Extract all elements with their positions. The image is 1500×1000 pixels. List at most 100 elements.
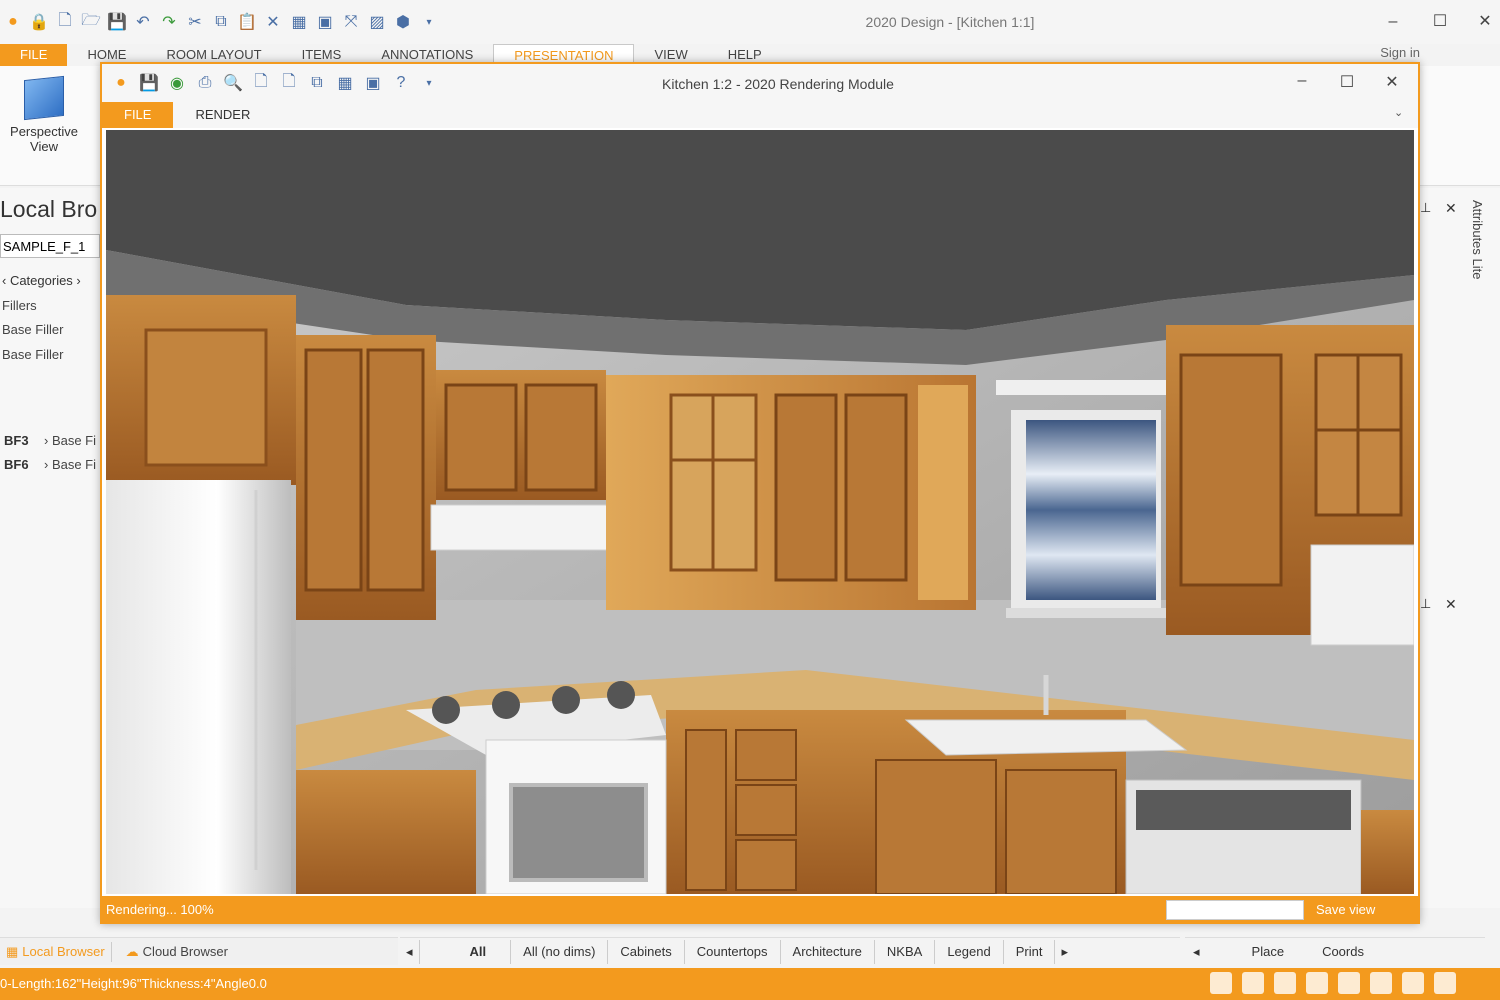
status-icons bbox=[1210, 972, 1456, 994]
paste-icon[interactable]: 📋 bbox=[236, 11, 258, 33]
globe-icon[interactable]: ◉ bbox=[166, 72, 188, 94]
customize-qat-icon[interactable]: ▾ bbox=[418, 72, 440, 94]
tab-cloud-browser[interactable]: ☁ Cloud Browser bbox=[120, 942, 234, 962]
maximize-icon[interactable]: ☐ bbox=[1425, 10, 1455, 34]
copy-icon[interactable]: ⧉ bbox=[306, 72, 328, 94]
local-browser-icon: ▦ bbox=[6, 943, 19, 959]
scroll-right-icon[interactable]: ▸ bbox=[1055, 940, 1074, 964]
cut-icon[interactable]: ✂ bbox=[184, 11, 206, 33]
tab-cabinets[interactable]: Cabinets bbox=[608, 939, 685, 964]
undo-icon[interactable]: ↶ bbox=[132, 11, 154, 33]
render-icon[interactable]: ▨ bbox=[366, 11, 388, 33]
tab-print[interactable]: Print bbox=[1004, 939, 1056, 964]
scroll-left-icon[interactable]: ◂ bbox=[400, 939, 420, 964]
render-toolbar: ● 💾 ◉ ⎙ 🔍 🗋 🗋 ⧉ ▦ ▣ ? ▾ bbox=[110, 72, 440, 94]
help-icon[interactable]: ? bbox=[390, 72, 412, 94]
copy-icon[interactable]: ⧉ bbox=[210, 11, 232, 33]
tab-render[interactable]: RENDER bbox=[173, 102, 272, 128]
tab-legend[interactable]: Legend bbox=[935, 939, 1004, 964]
kitchen-rendering bbox=[106, 130, 1414, 894]
browser-tabs: ▦ Local Browser ☁ Cloud Browser bbox=[0, 937, 398, 965]
categories-breadcrumb[interactable]: ‹ Categories › bbox=[2, 273, 81, 288]
status-text: 0-Length:162"Height:96"Thickness:4"Angle… bbox=[0, 976, 267, 991]
perspective-view-button[interactable]: Perspective View bbox=[4, 75, 84, 154]
item-code[interactable]: BF3 bbox=[4, 433, 29, 448]
collapse-ribbon-icon[interactable]: ⌄ bbox=[1394, 106, 1403, 119]
app-logo-icon: ● bbox=[8, 13, 18, 30]
arrows-icon[interactable] bbox=[1210, 972, 1232, 994]
cube-icon bbox=[24, 75, 64, 121]
cloud-icon: ☁ bbox=[125, 943, 139, 959]
zoom-extents-icon[interactable]: ⤧ bbox=[340, 11, 362, 33]
display-icon[interactable] bbox=[1402, 972, 1424, 994]
sign-in-link[interactable]: Sign in bbox=[1380, 44, 1420, 62]
pin-icon[interactable]: ⊥ bbox=[1420, 596, 1431, 612]
app-logo-icon: ● bbox=[116, 74, 126, 91]
render-window-title: Kitchen 1:2 - 2020 Rendering Module bbox=[662, 76, 894, 92]
attributes-lite-tab[interactable]: Attributes Lite bbox=[1470, 200, 1485, 280]
globe-icon[interactable] bbox=[1338, 972, 1360, 994]
app-title: 2020 Design - [Kitchen 1:1] bbox=[865, 14, 1035, 30]
save-icon[interactable]: 💾 bbox=[106, 11, 128, 33]
save-icon[interactable]: 💾 bbox=[138, 72, 160, 94]
pane-close-icon[interactable]: ✕ bbox=[1445, 596, 1457, 613]
tab-label: Cloud Browser bbox=[142, 944, 228, 959]
rendering-module-window: ● 💾 ◉ ⎙ 🔍 🗋 🗋 ⧉ ▦ ▣ ? ▾ Kitchen 1:2 - 20… bbox=[100, 62, 1420, 924]
tab-countertops[interactable]: Countertops bbox=[685, 939, 781, 964]
tab-place[interactable]: Place bbox=[1208, 940, 1305, 964]
place-tabs: ◂ Place Coords bbox=[1185, 937, 1485, 965]
item-code[interactable]: BF6 bbox=[4, 457, 29, 472]
close-icon[interactable]: ✕ bbox=[1377, 72, 1407, 92]
new-file-icon[interactable]: 🗋 bbox=[278, 72, 300, 94]
minimize-icon[interactable]: – bbox=[1378, 10, 1408, 34]
print-preview-icon[interactable]: 🔍 bbox=[222, 72, 244, 94]
tab-local-browser[interactable]: ▦ Local Browser bbox=[0, 941, 112, 962]
local-browser-pane bbox=[0, 188, 103, 908]
redo-icon[interactable]: ↷ bbox=[158, 11, 180, 33]
customize-qat-icon[interactable]: ▾ bbox=[418, 11, 440, 33]
tab-coords[interactable]: Coords bbox=[1304, 940, 1382, 964]
tab-all[interactable]: All bbox=[420, 939, 512, 964]
quick-access-toolbar: ● 🔒 🗋 🗁 💾 ↶ ↷ ✂ ⧉ 📋 ✕ ▦ ▣ ⤧ ▨ ⬢ ▾ bbox=[0, 8, 440, 36]
image-settings-icon[interactable]: ▣ bbox=[362, 72, 384, 94]
render-tabs: FILE RENDER bbox=[102, 102, 1418, 128]
render-viewport[interactable] bbox=[106, 130, 1414, 894]
measure-icon[interactable] bbox=[1370, 972, 1392, 994]
layers-icon[interactable] bbox=[1306, 972, 1328, 994]
scroll-left-icon[interactable]: ◂ bbox=[1185, 940, 1208, 964]
tab-architecture[interactable]: Architecture bbox=[781, 939, 875, 964]
grid-icon[interactable]: ▦ bbox=[288, 11, 310, 33]
delete-icon[interactable]: ✕ bbox=[262, 11, 284, 33]
pin-icon[interactable]: ⊥ bbox=[1420, 200, 1431, 216]
list-item[interactable]: Base Filler bbox=[2, 322, 63, 337]
minimize-icon[interactable]: – bbox=[1287, 72, 1317, 90]
tab-label: Local Browser bbox=[22, 944, 105, 959]
close-icon[interactable]: ✕ bbox=[1470, 10, 1500, 34]
snap-icon[interactable] bbox=[1274, 972, 1296, 994]
list-item[interactable]: Fillers bbox=[2, 298, 37, 313]
catalog-search-input[interactable] bbox=[0, 234, 100, 258]
view-name-select[interactable] bbox=[1166, 900, 1304, 920]
lock-icon[interactable]: 🔒 bbox=[28, 11, 50, 33]
grid-icon[interactable] bbox=[1242, 972, 1264, 994]
flag-icon[interactable] bbox=[1434, 972, 1456, 994]
pane-title: Local Bro bbox=[0, 196, 98, 222]
save-view-button[interactable]: Save view bbox=[1316, 902, 1375, 917]
print-icon[interactable]: ⎙ bbox=[194, 72, 216, 94]
tab-all-no-dims[interactable]: All (no dims) bbox=[511, 939, 609, 964]
maximize-icon[interactable]: ☐ bbox=[1332, 72, 1362, 92]
image-icon[interactable]: ▣ bbox=[314, 11, 336, 33]
list-item[interactable]: Base Filler bbox=[2, 347, 63, 362]
rendering-progress-text: Rendering... 100% bbox=[106, 902, 214, 917]
3d-view-icon[interactable]: ⬢ bbox=[392, 11, 414, 33]
new-file-icon[interactable]: 🗋 bbox=[54, 11, 76, 33]
open-folder-icon[interactable]: 🗁 bbox=[80, 11, 102, 33]
app-window: ● 🔒 🗋 🗁 💾 ↶ ↷ ✂ ⧉ 📋 ✕ ▦ ▣ ⤧ ▨ ⬢ ▾ 2020 D… bbox=[0, 0, 1500, 1000]
tab-file[interactable]: FILE bbox=[102, 102, 174, 128]
export-icon[interactable]: 🗋 bbox=[250, 72, 272, 94]
tab-file[interactable]: FILE bbox=[0, 44, 68, 66]
render-settings-icon[interactable]: ▦ bbox=[334, 72, 356, 94]
pane-close-icon[interactable]: ✕ bbox=[1445, 200, 1457, 217]
perspective-view-label: Perspective View bbox=[10, 124, 78, 154]
tab-nkba[interactable]: NKBA bbox=[875, 939, 936, 964]
